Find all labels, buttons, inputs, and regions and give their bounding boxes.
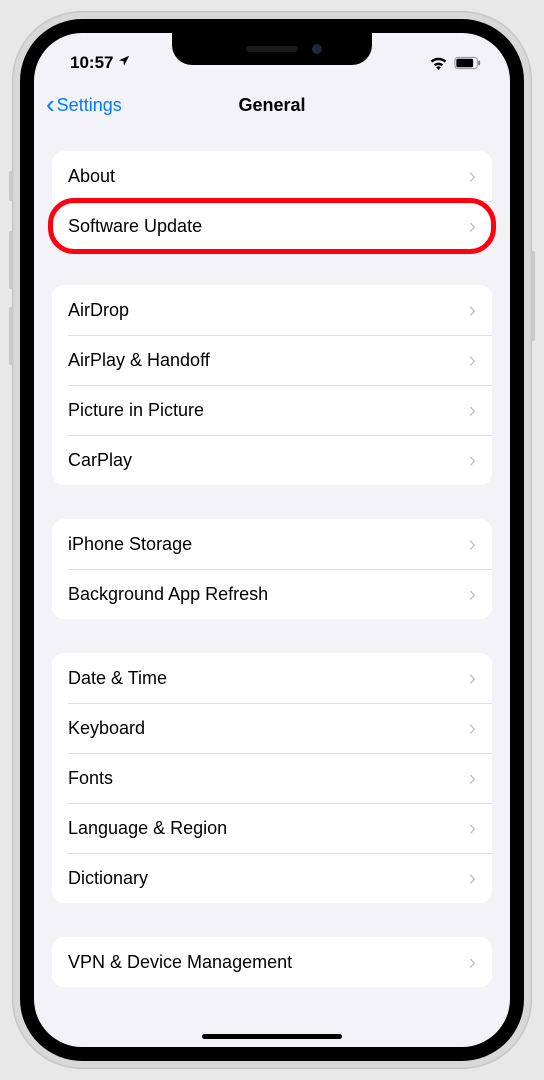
row-label: AirDrop — [68, 300, 129, 321]
row-fonts[interactable]: Fonts › — [52, 753, 492, 803]
row-label: Software Update — [68, 216, 202, 237]
row-label: VPN & Device Management — [68, 952, 292, 973]
notch-camera — [312, 44, 322, 54]
settings-group: Date & Time›Keyboard›Fonts›Language & Re… — [52, 653, 492, 903]
chevron-right-icon: › — [469, 347, 476, 373]
row-dictionary[interactable]: Dictionary › — [52, 853, 492, 903]
chevron-right-icon: › — [469, 865, 476, 891]
status-left: 10:57 — [70, 53, 131, 73]
row-label: CarPlay — [68, 450, 132, 471]
chevron-right-icon: › — [469, 213, 476, 239]
location-arrow-icon — [117, 53, 131, 73]
row-label: Date & Time — [68, 668, 167, 689]
chevron-right-icon: › — [469, 447, 476, 473]
volume-down-button — [9, 307, 13, 365]
volume-up-button — [9, 231, 13, 289]
chevron-right-icon: › — [469, 297, 476, 323]
chevron-right-icon: › — [469, 715, 476, 741]
chevron-right-icon: › — [469, 815, 476, 841]
row-picture-in-picture[interactable]: Picture in Picture › — [52, 385, 492, 435]
chevron-right-icon: › — [469, 397, 476, 423]
silence-switch — [9, 171, 13, 201]
phone-body: 10:57 ‹ Settings — [20, 19, 524, 1061]
notch-speaker — [246, 46, 298, 52]
row-vpn-device-management[interactable]: VPN & Device Management › — [52, 937, 492, 987]
settings-list[interactable]: About›Software Update›AirDrop›AirPlay & … — [34, 129, 510, 1027]
chevron-right-icon: › — [469, 531, 476, 557]
row-date-time[interactable]: Date & Time › — [52, 653, 492, 703]
chevron-right-icon: › — [469, 949, 476, 975]
row-label: Background App Refresh — [68, 584, 268, 605]
screen: 10:57 ‹ Settings — [34, 33, 510, 1047]
row-label: Language & Region — [68, 818, 227, 839]
chevron-right-icon: › — [469, 163, 476, 189]
row-iphone-storage[interactable]: iPhone Storage › — [52, 519, 492, 569]
row-language-region[interactable]: Language & Region › — [52, 803, 492, 853]
settings-group: iPhone Storage › Background App Refresh › — [52, 519, 492, 619]
row-label: Dictionary — [68, 868, 148, 889]
row-software-update[interactable]: Software Update › — [52, 201, 492, 251]
notch — [172, 33, 372, 65]
row-label: About — [68, 166, 115, 187]
chevron-right-icon: › — [469, 665, 476, 691]
row-carplay[interactable]: CarPlay › — [52, 435, 492, 485]
phone-frame: 10:57 ‹ Settings — [12, 11, 532, 1069]
settings-group: AirDrop›AirPlay & Handoff›Picture in Pic… — [52, 285, 492, 485]
row-airplay-handoff[interactable]: AirPlay & Handoff › — [52, 335, 492, 385]
row-label: AirPlay & Handoff — [68, 350, 210, 371]
row-airdrop[interactable]: AirDrop › — [52, 285, 492, 335]
nav-bar: ‹ Settings General — [34, 81, 510, 129]
settings-group: VPN & Device Management › — [52, 937, 492, 987]
row-about[interactable]: About › — [52, 151, 492, 201]
power-button — [531, 251, 535, 341]
chevron-right-icon: › — [469, 765, 476, 791]
back-button[interactable]: ‹ Settings — [46, 93, 122, 117]
row-label: Picture in Picture — [68, 400, 204, 421]
status-right — [429, 56, 482, 70]
settings-group: About › Software Update › — [52, 151, 492, 251]
chevron-right-icon: › — [469, 581, 476, 607]
back-label: Settings — [57, 95, 122, 116]
row-label: Fonts — [68, 768, 113, 789]
row-label: Keyboard — [68, 718, 145, 739]
wifi-icon — [429, 56, 448, 70]
row-background-app-refresh[interactable]: Background App Refresh › — [52, 569, 492, 619]
home-indicator[interactable] — [202, 1034, 342, 1039]
battery-icon — [454, 56, 482, 70]
row-keyboard[interactable]: Keyboard › — [52, 703, 492, 753]
chevron-left-icon: ‹ — [46, 91, 55, 117]
status-time: 10:57 — [70, 53, 113, 73]
row-label: iPhone Storage — [68, 534, 192, 555]
